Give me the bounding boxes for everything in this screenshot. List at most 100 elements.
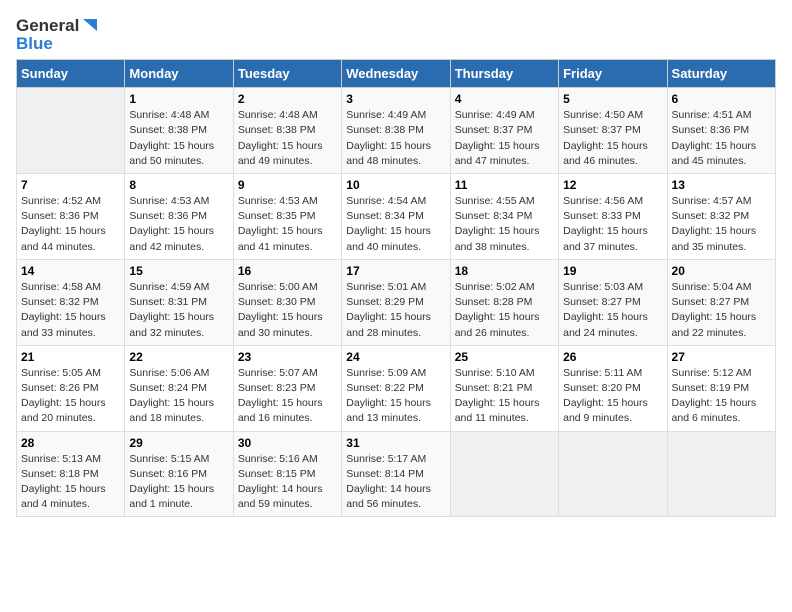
page-header: General Blue xyxy=(16,16,776,53)
calendar-week-row: 1 Sunrise: 4:48 AM Sunset: 8:38 PM Daylig… xyxy=(17,88,776,174)
calendar-cell: 13Sunrise: 4:57 AM Sunset: 8:32 PM Dayli… xyxy=(667,173,775,259)
calendar-cell: 26 Sunrise: 5:11 AM Sunset: 8:20 PM Dayli… xyxy=(559,345,667,431)
day-info: Sunrise: 5:12 AM Sunset: 8:19 PM Dayligh… xyxy=(672,366,771,427)
day-number: 11 xyxy=(455,178,554,192)
day-info: Sunrise: 5:13 AM Sunset: 8:18 PM Dayligh… xyxy=(21,452,120,513)
day-number: 24 xyxy=(346,350,445,364)
calendar-cell: 6 Sunrise: 4:51 AM Sunset: 8:36 PM Daylig… xyxy=(667,88,775,174)
day-info: Sunrise: 4:48 AM Sunset: 8:38 PM Dayligh… xyxy=(238,108,337,169)
calendar-header-row: SundayMondayTuesdayWednesdayThursdayFrid… xyxy=(17,60,776,88)
day-info: Sunrise: 4:58 AM Sunset: 8:32 PM Dayligh… xyxy=(21,280,120,341)
day-info: Sunrise: 4:56 AM Sunset: 8:33 PM Dayligh… xyxy=(563,194,662,255)
calendar-cell: 2 Sunrise: 4:48 AM Sunset: 8:38 PM Daylig… xyxy=(233,88,341,174)
calendar-week-row: 21 Sunrise: 5:05 AM Sunset: 8:26 PM Dayli… xyxy=(17,345,776,431)
day-number: 28 xyxy=(21,436,120,450)
calendar-cell: 5 Sunrise: 4:50 AM Sunset: 8:37 PM Daylig… xyxy=(559,88,667,174)
day-info: Sunrise: 4:55 AM Sunset: 8:34 PM Dayligh… xyxy=(455,194,554,255)
calendar-cell: 18 Sunrise: 5:02 AM Sunset: 8:28 PM Dayli… xyxy=(450,259,558,345)
day-info: Sunrise: 4:49 AM Sunset: 8:37 PM Dayligh… xyxy=(455,108,554,169)
calendar-cell: 27 Sunrise: 5:12 AM Sunset: 8:19 PM Dayli… xyxy=(667,345,775,431)
calendar-cell xyxy=(450,431,558,517)
day-number: 1 xyxy=(129,92,228,106)
day-number: 2 xyxy=(238,92,337,106)
calendar-cell: 25 Sunrise: 5:10 AM Sunset: 8:21 PM Dayli… xyxy=(450,345,558,431)
day-number: 10 xyxy=(346,178,445,192)
calendar-cell: 15 Sunrise: 4:59 AM Sunset: 8:31 PM Dayli… xyxy=(125,259,233,345)
calendar-table: SundayMondayTuesdayWednesdayThursdayFrid… xyxy=(16,59,776,517)
day-info: Sunrise: 5:15 AM Sunset: 8:16 PM Dayligh… xyxy=(129,452,228,513)
day-info: Sunrise: 4:51 AM Sunset: 8:36 PM Dayligh… xyxy=(672,108,771,169)
day-number: 23 xyxy=(238,350,337,364)
logo-blue: Blue xyxy=(16,34,53,54)
day-number: 4 xyxy=(455,92,554,106)
calendar-cell xyxy=(559,431,667,517)
calendar-cell: 21 Sunrise: 5:05 AM Sunset: 8:26 PM Dayli… xyxy=(17,345,125,431)
day-info: Sunrise: 5:00 AM Sunset: 8:30 PM Dayligh… xyxy=(238,280,337,341)
header-sunday: Sunday xyxy=(17,60,125,88)
calendar-cell: 10 Sunrise: 4:54 AM Sunset: 8:34 PM Dayli… xyxy=(342,173,450,259)
day-number: 31 xyxy=(346,436,445,450)
calendar-cell: 23Sunrise: 5:07 AM Sunset: 8:23 PM Dayli… xyxy=(233,345,341,431)
day-number: 14 xyxy=(21,264,120,278)
day-info: Sunrise: 4:57 AM Sunset: 8:32 PM Dayligh… xyxy=(672,194,771,255)
calendar-cell: 30Sunrise: 5:16 AM Sunset: 8:15 PM Dayli… xyxy=(233,431,341,517)
calendar-cell: 8 Sunrise: 4:53 AM Sunset: 8:36 PM Daylig… xyxy=(125,173,233,259)
calendar-cell: 24 Sunrise: 5:09 AM Sunset: 8:22 PM Dayli… xyxy=(342,345,450,431)
logo: General Blue xyxy=(16,16,97,53)
header-monday: Monday xyxy=(125,60,233,88)
calendar-cell: 11 Sunrise: 4:55 AM Sunset: 8:34 PM Dayli… xyxy=(450,173,558,259)
day-info: Sunrise: 5:17 AM Sunset: 8:14 PM Dayligh… xyxy=(346,452,445,513)
day-number: 6 xyxy=(672,92,771,106)
day-info: Sunrise: 5:02 AM Sunset: 8:28 PM Dayligh… xyxy=(455,280,554,341)
day-number: 18 xyxy=(455,264,554,278)
calendar-cell: 31 Sunrise: 5:17 AM Sunset: 8:14 PM Dayli… xyxy=(342,431,450,517)
calendar-cell: 4 Sunrise: 4:49 AM Sunset: 8:37 PM Daylig… xyxy=(450,88,558,174)
logo-arrow-icon xyxy=(79,17,97,35)
calendar-cell: 22 Sunrise: 5:06 AM Sunset: 8:24 PM Dayli… xyxy=(125,345,233,431)
calendar-cell: 1 Sunrise: 4:48 AM Sunset: 8:38 PM Daylig… xyxy=(125,88,233,174)
day-number: 5 xyxy=(563,92,662,106)
day-info: Sunrise: 4:59 AM Sunset: 8:31 PM Dayligh… xyxy=(129,280,228,341)
day-number: 21 xyxy=(21,350,120,364)
day-number: 25 xyxy=(455,350,554,364)
day-info: Sunrise: 5:11 AM Sunset: 8:20 PM Dayligh… xyxy=(563,366,662,427)
day-info: Sunrise: 4:53 AM Sunset: 8:36 PM Dayligh… xyxy=(129,194,228,255)
header-friday: Friday xyxy=(559,60,667,88)
calendar-cell xyxy=(17,88,125,174)
day-number: 8 xyxy=(129,178,228,192)
day-number: 27 xyxy=(672,350,771,364)
day-info: Sunrise: 5:05 AM Sunset: 8:26 PM Dayligh… xyxy=(21,366,120,427)
day-number: 9 xyxy=(238,178,337,192)
day-number: 19 xyxy=(563,264,662,278)
day-info: Sunrise: 4:48 AM Sunset: 8:38 PM Dayligh… xyxy=(129,108,228,169)
header-thursday: Thursday xyxy=(450,60,558,88)
day-number: 26 xyxy=(563,350,662,364)
day-number: 7 xyxy=(21,178,120,192)
calendar-cell: 3Sunrise: 4:49 AM Sunset: 8:38 PM Daylig… xyxy=(342,88,450,174)
day-info: Sunrise: 5:03 AM Sunset: 8:27 PM Dayligh… xyxy=(563,280,662,341)
day-info: Sunrise: 5:04 AM Sunset: 8:27 PM Dayligh… xyxy=(672,280,771,341)
calendar-cell: 9 Sunrise: 4:53 AM Sunset: 8:35 PM Daylig… xyxy=(233,173,341,259)
day-info: Sunrise: 5:09 AM Sunset: 8:22 PM Dayligh… xyxy=(346,366,445,427)
calendar-cell: 20 Sunrise: 5:04 AM Sunset: 8:27 PM Dayli… xyxy=(667,259,775,345)
day-info: Sunrise: 4:50 AM Sunset: 8:37 PM Dayligh… xyxy=(563,108,662,169)
day-info: Sunrise: 4:54 AM Sunset: 8:34 PM Dayligh… xyxy=(346,194,445,255)
day-info: Sunrise: 5:10 AM Sunset: 8:21 PM Dayligh… xyxy=(455,366,554,427)
day-number: 12 xyxy=(563,178,662,192)
day-info: Sunrise: 4:53 AM Sunset: 8:35 PM Dayligh… xyxy=(238,194,337,255)
calendar-cell: 17Sunrise: 5:01 AM Sunset: 8:29 PM Dayli… xyxy=(342,259,450,345)
day-number: 16 xyxy=(238,264,337,278)
day-info: Sunrise: 5:06 AM Sunset: 8:24 PM Dayligh… xyxy=(129,366,228,427)
day-number: 15 xyxy=(129,264,228,278)
header-tuesday: Tuesday xyxy=(233,60,341,88)
day-info: Sunrise: 5:16 AM Sunset: 8:15 PM Dayligh… xyxy=(238,452,337,513)
calendar-week-row: 28 Sunrise: 5:13 AM Sunset: 8:18 PM Dayli… xyxy=(17,431,776,517)
day-number: 22 xyxy=(129,350,228,364)
calendar-week-row: 14 Sunrise: 4:58 AM Sunset: 8:32 PM Dayli… xyxy=(17,259,776,345)
calendar-week-row: 7 Sunrise: 4:52 AM Sunset: 8:36 PM Daylig… xyxy=(17,173,776,259)
calendar-cell: 29 Sunrise: 5:15 AM Sunset: 8:16 PM Dayli… xyxy=(125,431,233,517)
day-number: 29 xyxy=(129,436,228,450)
day-number: 20 xyxy=(672,264,771,278)
day-info: Sunrise: 4:52 AM Sunset: 8:36 PM Dayligh… xyxy=(21,194,120,255)
calendar-cell: 7 Sunrise: 4:52 AM Sunset: 8:36 PM Daylig… xyxy=(17,173,125,259)
